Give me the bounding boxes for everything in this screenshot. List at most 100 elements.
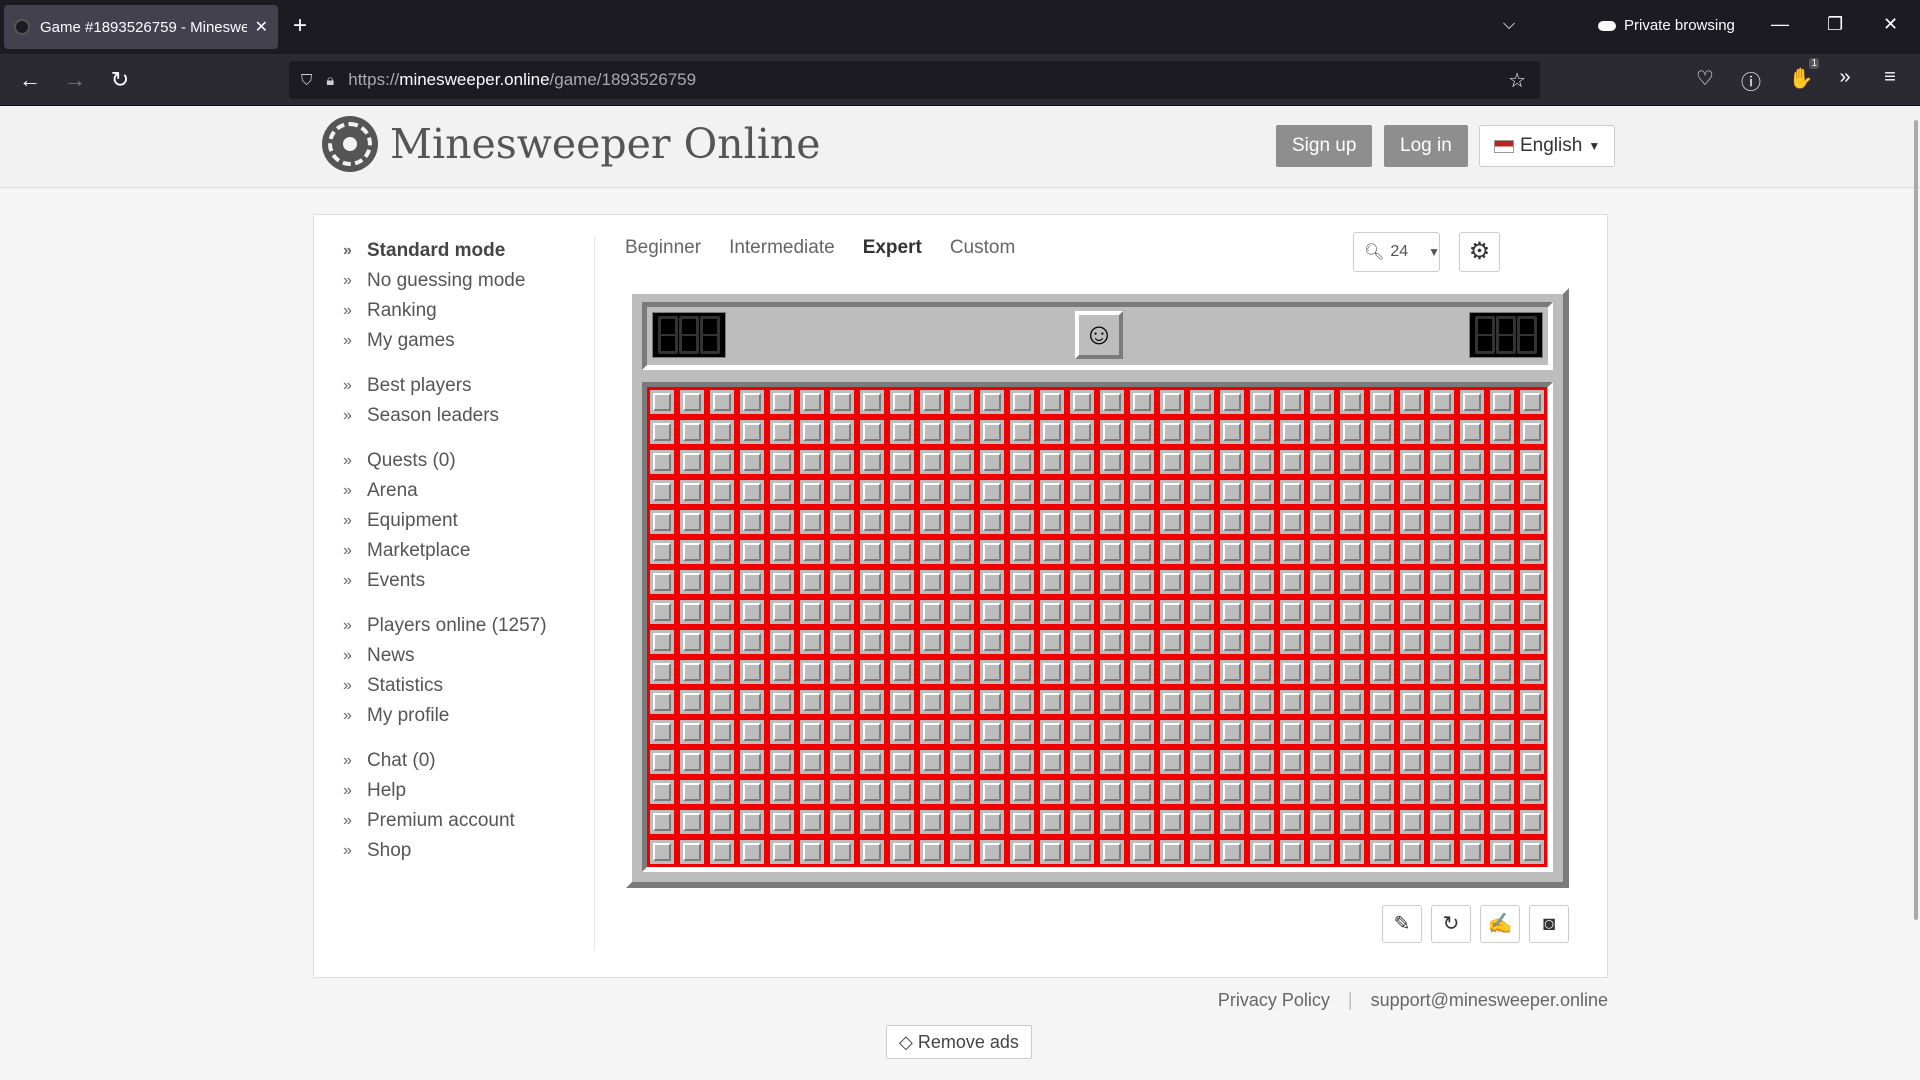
mine-cell[interactable] [1277,597,1307,627]
mine-cell[interactable] [737,447,767,477]
mine-cell[interactable] [1217,687,1247,717]
mine-cell[interactable] [977,837,1007,867]
mine-cell[interactable] [857,627,887,657]
mine-cell[interactable] [1007,387,1037,417]
mine-cell[interactable] [1457,537,1487,567]
mine-cell[interactable] [947,507,977,537]
mine-cell[interactable] [707,627,737,657]
mine-cell[interactable] [947,627,977,657]
mine-cell[interactable] [1487,837,1517,867]
mine-cell[interactable] [1397,597,1427,627]
mine-cell[interactable] [647,747,677,777]
mine-cell[interactable] [1397,687,1427,717]
mine-cell[interactable] [1157,447,1187,477]
mine-cell[interactable] [797,657,827,687]
tab-intermediate[interactable]: Intermediate [729,237,835,259]
mine-cell[interactable] [1187,717,1217,747]
mine-cell[interactable] [857,717,887,747]
mine-cell[interactable] [1487,657,1517,687]
mine-cell[interactable] [677,537,707,567]
mine-cell[interactable] [1187,417,1217,447]
mine-cell[interactable] [1307,657,1337,687]
mine-cell[interactable] [1097,657,1127,687]
mine-cell[interactable] [1067,807,1097,837]
mine-cell[interactable] [1007,837,1037,867]
mine-cell[interactable] [1397,417,1427,447]
mine-cell[interactable] [677,387,707,417]
mine-cell[interactable] [1277,537,1307,567]
mine-cell[interactable] [1307,447,1337,477]
mine-cell[interactable] [1397,447,1427,477]
mine-cell[interactable] [1517,507,1547,537]
mine-cell[interactable] [1097,627,1127,657]
mine-cell[interactable] [737,567,767,597]
mine-cell[interactable] [647,657,677,687]
mine-cell[interactable] [767,717,797,747]
mine-cell[interactable] [1277,747,1307,777]
mine-cell[interactable] [647,417,677,447]
zoom-select[interactable]: 🔍︎ 24 ▼ [1353,232,1440,272]
sidebar-item[interactable]: » Marketplace [343,536,593,566]
mine-cell[interactable] [1217,417,1247,447]
mine-cell[interactable] [797,687,827,717]
mine-cell[interactable] [1517,597,1547,627]
mine-cell[interactable] [1037,567,1067,597]
mine-cell[interactable] [1307,747,1337,777]
mine-cell[interactable] [1307,837,1337,867]
mine-cell[interactable] [1217,717,1247,747]
browser-tab[interactable]: Game #1893526759 - Minesweeper Online ✕ [4,5,278,49]
mine-cell[interactable] [1037,507,1067,537]
mine-cell[interactable] [1157,567,1187,597]
mine-cell[interactable] [1517,747,1547,777]
mine-cell[interactable] [767,627,797,657]
edit-button[interactable]: ✍ [1480,905,1520,943]
mine-cell[interactable] [1517,447,1547,477]
mine-cell[interactable] [1067,687,1097,717]
mine-cell[interactable] [707,537,737,567]
extension-icon[interactable]: ✋ 1 [1787,58,1819,91]
mine-cell[interactable] [947,537,977,567]
mine-cell[interactable] [947,837,977,867]
mine-cell[interactable] [887,507,917,537]
mine-cell[interactable] [1277,567,1307,597]
mine-cell[interactable] [1517,627,1547,657]
mine-cell[interactable] [1067,417,1097,447]
mine-cell[interactable] [1427,567,1457,597]
restore-window-icon[interactable]: ❐ [1827,14,1843,35]
mine-cell[interactable] [857,507,887,537]
lock-icon[interactable]: 🔒︎ [326,72,334,89]
mine-cell[interactable] [1487,777,1517,807]
mine-cell[interactable] [677,447,707,477]
forward-arrow-icon[interactable]: → [59,64,91,96]
mine-cell[interactable] [1127,387,1157,417]
mine-cell[interactable] [1277,477,1307,507]
mine-cell[interactable] [1427,387,1457,417]
mine-cell[interactable] [1307,537,1337,567]
mine-cell[interactable] [917,417,947,447]
sidebar-item[interactable]: » Players online (1257) [343,611,593,641]
mine-cell[interactable] [1337,567,1367,597]
mine-cell[interactable] [1007,477,1037,507]
mine-cell[interactable] [947,747,977,777]
tab-expert[interactable]: Expert [863,237,922,259]
mine-cell[interactable] [1097,837,1127,867]
mine-cell[interactable] [977,777,1007,807]
mine-cell[interactable] [1007,447,1037,477]
mine-cell[interactable] [1037,447,1067,477]
mine-cell[interactable] [1127,597,1157,627]
mine-cell[interactable] [707,747,737,777]
info-icon[interactable]: ⓘ [1737,66,1765,95]
sidebar-item[interactable]: » News [343,641,593,671]
mine-cell[interactable] [1277,687,1307,717]
mine-cell[interactable] [1457,627,1487,657]
mine-cell[interactable] [677,657,707,687]
mine-cell[interactable] [1097,807,1127,837]
mine-cell[interactable] [797,387,827,417]
mine-cell[interactable] [707,597,737,627]
mine-cell[interactable] [1277,507,1307,537]
mine-cell[interactable] [677,837,707,867]
mine-cell[interactable] [1187,507,1217,537]
mine-cell[interactable] [1457,477,1487,507]
mine-cell[interactable] [1007,507,1037,537]
mine-cell[interactable] [1367,747,1397,777]
